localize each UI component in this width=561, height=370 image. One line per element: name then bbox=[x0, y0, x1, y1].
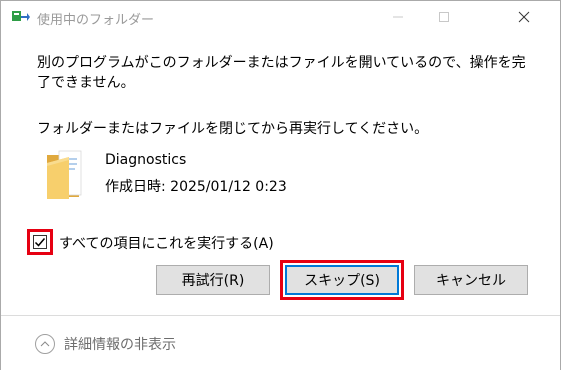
file-move-icon bbox=[12, 11, 30, 21]
file-created-date: 作成日時: 2025/01/12 0:23 bbox=[105, 179, 287, 195]
skip-button[interactable]: スキップ(S) bbox=[285, 265, 399, 295]
apply-all-label[interactable]: すべての項目にこれを実行する(A) bbox=[59, 233, 274, 253]
title-bar[interactable]: 使用中のフォルダー bbox=[1, 1, 560, 33]
cancel-button[interactable]: キャンセル bbox=[414, 265, 528, 295]
minimize-icon bbox=[393, 16, 403, 18]
close-icon bbox=[518, 11, 530, 23]
hide-details-label: 詳細情報の非表示 bbox=[64, 337, 176, 353]
minimize-button[interactable] bbox=[375, 1, 421, 33]
file-in-use-dialog: 使用中のフォルダー 別のプログラムがこのフォルダーまたはファイルを開いているので… bbox=[0, 0, 561, 370]
close-button[interactable] bbox=[501, 1, 547, 33]
message-line-1: 別のプログラムがこのフォルダーまたはファイルを開いているので、操作を完了できませ… bbox=[37, 55, 526, 91]
apply-all-checkbox[interactable] bbox=[27, 229, 53, 255]
file-name: Diagnostics bbox=[105, 152, 187, 168]
checkbox-box bbox=[33, 235, 47, 249]
dialog-footer: 詳細情報の非表示 bbox=[1, 315, 560, 370]
maximize-button[interactable] bbox=[421, 1, 467, 33]
hide-details-toggle[interactable]: 詳細情報の非表示 bbox=[35, 332, 176, 356]
checkmark-icon bbox=[34, 238, 46, 247]
retry-button[interactable]: 再試行(R) bbox=[156, 265, 270, 295]
chevron-up-icon bbox=[35, 334, 55, 354]
maximize-icon bbox=[439, 12, 449, 22]
folder-icon bbox=[47, 150, 82, 199]
message-line-2: フォルダーまたはファイルを閉じてから再実行してください。 bbox=[37, 121, 429, 137]
window-title: 使用中のフォルダー bbox=[37, 13, 155, 28]
